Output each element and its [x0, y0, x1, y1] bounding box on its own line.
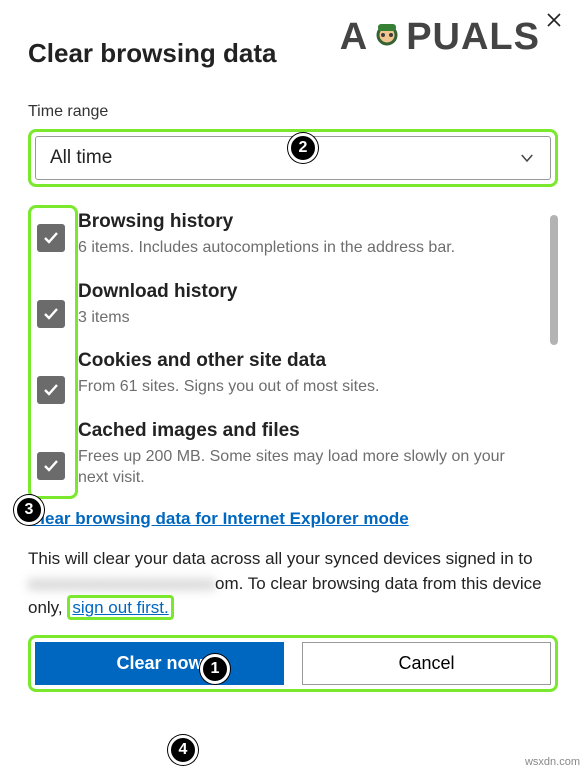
watermark-letter-a: A [340, 16, 368, 59]
sync-info-text: This will clear your data across all you… [28, 547, 558, 621]
time-range-label: Time range [28, 103, 558, 121]
checkbox-browsing-history[interactable] [37, 224, 65, 252]
watermark-mascot-icon [370, 21, 404, 55]
item-title: Browsing history [78, 211, 455, 233]
item-title: Cached images and files [78, 420, 538, 442]
item-desc: Frees up 200 MB. Some sites may load mor… [78, 446, 538, 489]
options-area: Browsing history 6 items. Includes autoc… [28, 205, 558, 499]
annotation-badge-3: 3 [14, 495, 44, 525]
check-icon [42, 305, 60, 323]
watermark-rest: PUALS [406, 16, 540, 59]
item-desc: 3 items [78, 307, 237, 329]
time-range-value: All time [50, 147, 112, 169]
clear-now-button[interactable]: Clear now [35, 642, 284, 685]
checkbox-column-highlight [28, 205, 78, 499]
appuals-watermark: A PUALS [340, 16, 540, 59]
check-icon [42, 457, 60, 475]
chevron-down-icon [518, 149, 536, 167]
item-desc: 6 items. Includes autocompletions in the… [78, 237, 455, 259]
ie-mode-link[interactable]: Clear browsing data for Internet Explore… [28, 509, 409, 529]
scrollbar[interactable] [550, 215, 558, 345]
close-button[interactable] [540, 6, 568, 34]
annotation-badge-2: 2 [288, 133, 318, 163]
list-item: Cached images and files Frees up 200 MB.… [78, 420, 538, 489]
check-icon [42, 229, 60, 247]
item-title: Download history [78, 281, 237, 303]
info-prefix: This will clear your data across all you… [28, 549, 533, 568]
button-row-highlight: Clear now Cancel [28, 635, 558, 692]
item-title: Cookies and other site data [78, 350, 379, 372]
checkbox-cached[interactable] [37, 452, 65, 480]
cancel-button[interactable]: Cancel [302, 642, 551, 685]
info-email-blurred: xxxxxxxxxxxxxxxxxxxxxx [28, 574, 215, 593]
list-item: Cookies and other site data From 61 site… [78, 350, 538, 398]
item-desc: From 61 sites. Signs you out of most sit… [78, 376, 379, 398]
options-list: Browsing history 6 items. Includes autoc… [78, 205, 558, 499]
annotation-badge-4: 4 [168, 735, 198, 765]
sign-out-link[interactable]: sign out first. [72, 598, 168, 617]
source-credit: wsxdn.com [525, 756, 580, 768]
list-item: Download history 3 items [78, 281, 538, 329]
close-icon [546, 12, 562, 28]
signout-highlight: sign out first. [67, 595, 173, 620]
check-icon [42, 381, 60, 399]
annotation-badge-1: 1 [200, 654, 230, 684]
checkbox-download-history[interactable] [37, 300, 65, 328]
checkbox-cookies[interactable] [37, 376, 65, 404]
list-item: Browsing history 6 items. Includes autoc… [78, 211, 538, 259]
